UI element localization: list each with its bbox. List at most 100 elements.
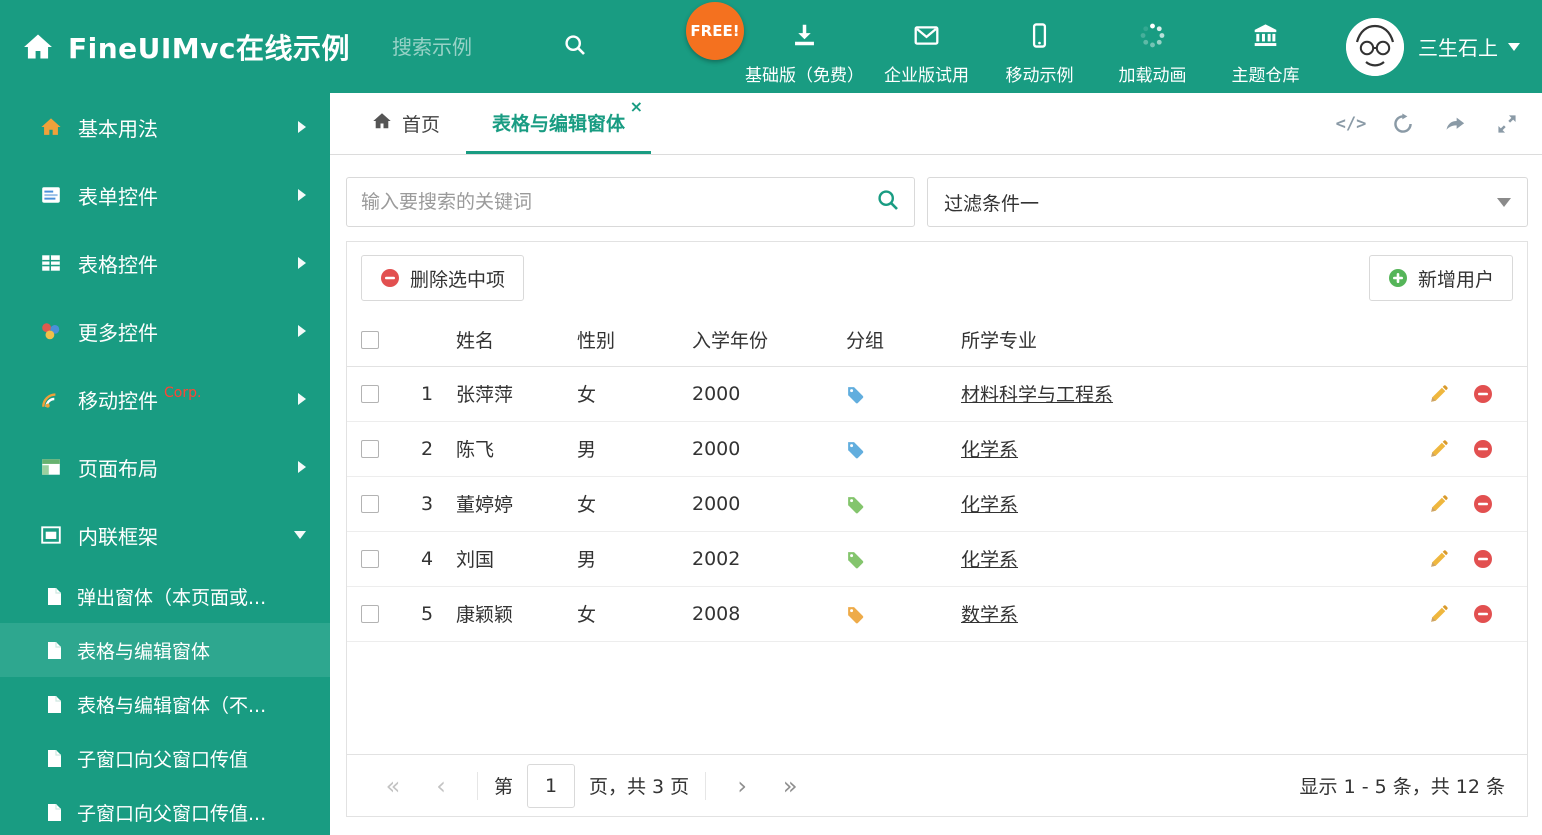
sidebar-item-grid-controls[interactable]: 表格控件: [0, 229, 330, 297]
edit-icon[interactable]: [1429, 439, 1449, 459]
search-icon[interactable]: [563, 33, 587, 61]
edit-icon[interactable]: [1429, 384, 1449, 404]
chevron-right-icon: [298, 393, 306, 405]
refresh-icon[interactable]: [1392, 112, 1414, 135]
sidebar-item-label: 更多控件: [78, 320, 158, 345]
header-nav: 基础版（免费） 企业版试用 移动示例 加载动画 主题仓库: [739, 8, 1322, 86]
frame-icon: [40, 524, 62, 546]
file-icon: [46, 587, 63, 606]
corp-badge: Corp.: [164, 385, 202, 401]
sidebar-item-label: 内联框架: [78, 524, 158, 549]
tab-grid-edit-window[interactable]: 表格与编辑窗体 ×: [466, 93, 652, 154]
nav-item-mobile-demo[interactable]: 移动示例: [983, 8, 1096, 86]
home-icon: [40, 116, 62, 138]
row-checkbox[interactable]: [361, 440, 379, 458]
delete-icon[interactable]: [1473, 384, 1493, 404]
cell-name: 董婷婷: [452, 476, 577, 532]
grid-panel: 删除选中项 新增用户 姓名 性别 入学年份 分组 所学专业 1 张萍萍 女 20…: [346, 241, 1528, 817]
major-link[interactable]: 材料科学与工程系: [961, 384, 1113, 406]
row-checkbox[interactable]: [361, 550, 379, 568]
sidebar-subitem-child-to-parent-2[interactable]: 子窗口向父窗口传值...: [0, 785, 330, 835]
sidebar-subitem-grid-edit-window[interactable]: 表格与编辑窗体: [0, 623, 330, 677]
nav-item-theme-repo[interactable]: 主题仓库: [1209, 8, 1322, 86]
nav-label: 加载动画: [1118, 65, 1187, 86]
major-link[interactable]: 数学系: [961, 604, 1018, 626]
column-header-year: 入学年份: [692, 314, 842, 367]
sidebar-item-form-controls[interactable]: 表单控件: [0, 161, 330, 229]
row-checkbox[interactable]: [361, 495, 379, 513]
tab-home[interactable]: 首页: [346, 93, 466, 154]
file-icon: [46, 641, 63, 660]
free-badge: FREE!: [686, 2, 744, 60]
search-icon[interactable]: [876, 188, 900, 216]
column-header-gender: 性别: [577, 314, 692, 367]
sidebar-item-more-controls[interactable]: 更多控件: [0, 297, 330, 365]
header-search-input[interactable]: [392, 34, 558, 59]
add-user-button[interactable]: 新增用户: [1368, 255, 1513, 301]
sidebar-item-basic-usage[interactable]: 基本用法: [0, 93, 330, 161]
chevron-right-icon: [298, 121, 306, 133]
sidebar-item-mobile-controls[interactable]: 移动控件 Corp.: [0, 365, 330, 433]
select-all-checkbox[interactable]: [361, 331, 379, 350]
chevron-down-icon: [1497, 197, 1511, 207]
grid-toolbar: 删除选中项 新增用户: [347, 242, 1527, 314]
sidebar-subitem-label: 表格与编辑窗体: [77, 640, 211, 663]
keyword-search-box: [346, 177, 915, 227]
home-icon[interactable]: [22, 31, 54, 63]
row-number: 2: [402, 421, 452, 477]
sidebar-subitem-grid-edit-window-2[interactable]: 表格与编辑窗体（不...: [0, 677, 330, 731]
code-icon[interactable]: </>: [1336, 113, 1367, 135]
first-page-button[interactable]: «: [369, 772, 417, 800]
filter-dropdown-value: 过滤条件一: [944, 192, 1040, 215]
delete-icon[interactable]: [1473, 604, 1493, 624]
keyword-search-input[interactable]: [347, 191, 876, 213]
major-link[interactable]: 化学系: [961, 549, 1018, 571]
delete-icon[interactable]: [1473, 494, 1493, 514]
app-title: FineUIMvc在线示例: [68, 31, 351, 65]
plus-circle-icon: [1388, 268, 1408, 288]
sidebar-subitem-popup-window[interactable]: 弹出窗体（本页面或...: [0, 569, 330, 623]
record-summary: 显示 1 - 5 条，共 12 条: [1299, 776, 1505, 798]
sidebar-subitem-child-to-parent[interactable]: 子窗口向父窗口传值: [0, 731, 330, 785]
pagination-bar: « ‹ 第 页，共 3 页 › » 显示 1 - 5 条，共 12 条: [347, 754, 1527, 816]
last-page-button[interactable]: »: [766, 772, 814, 800]
sidebar-item-inline-frame[interactable]: 内联框架: [0, 501, 330, 569]
tab-toolbar: </>: [1336, 93, 1542, 154]
delete-selected-button[interactable]: 删除选中项: [361, 255, 525, 301]
delete-icon[interactable]: [1473, 549, 1493, 569]
column-header-name: 姓名: [452, 314, 577, 367]
prev-page-button[interactable]: ‹: [417, 772, 465, 800]
tab-label: 首页: [402, 114, 441, 136]
sidebar: 基本用法 表单控件 表格控件 更多控件 移动控件 Corp. 页面布局 内联框架…: [0, 93, 330, 835]
table-row: 3 董婷婷 女 2000 化学系: [347, 476, 1527, 532]
cell-year: 2000: [692, 476, 842, 532]
tag-icon: [846, 440, 865, 459]
sidebar-item-page-layout[interactable]: 页面布局: [0, 433, 330, 501]
filter-dropdown[interactable]: 过滤条件一: [927, 177, 1528, 227]
edit-icon[interactable]: [1429, 604, 1449, 624]
expand-icon[interactable]: [1496, 113, 1518, 135]
page-number-input[interactable]: [527, 763, 576, 808]
edit-icon[interactable]: [1429, 494, 1449, 514]
header-search: [392, 33, 587, 61]
nav-item-loading-animation[interactable]: 加载动画: [1096, 8, 1209, 86]
major-link[interactable]: 化学系: [961, 494, 1018, 516]
edit-icon[interactable]: [1429, 549, 1449, 569]
minus-circle-icon: [380, 268, 400, 288]
cell-year: 2002: [692, 531, 842, 587]
table-row: 4 刘国 男 2002 化学系: [347, 531, 1527, 587]
nav-item-basic-edition[interactable]: 基础版（免费）: [739, 8, 870, 86]
row-checkbox[interactable]: [361, 385, 379, 403]
user-menu[interactable]: 三生石上: [1346, 17, 1520, 76]
delete-icon[interactable]: [1473, 439, 1493, 459]
close-icon[interactable]: ×: [630, 99, 643, 115]
forward-icon[interactable]: [1444, 113, 1466, 135]
cell-year: 2000: [692, 421, 842, 477]
next-page-button[interactable]: ›: [718, 772, 766, 800]
tag-icon: [846, 495, 865, 514]
cell-gender: 男: [577, 421, 692, 477]
major-link[interactable]: 化学系: [961, 439, 1018, 461]
column-header-group: 分组: [842, 314, 957, 367]
row-checkbox[interactable]: [361, 605, 379, 623]
nav-item-enterprise-trial[interactable]: 企业版试用: [870, 8, 983, 86]
